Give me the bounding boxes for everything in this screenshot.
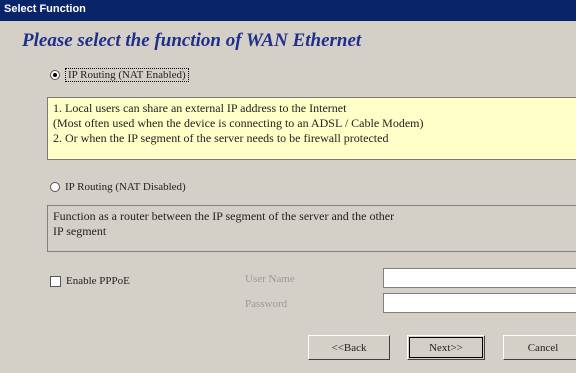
- password-label: Password: [245, 298, 288, 310]
- pppoe-checkbox-label[interactable]: Enable PPPoE: [66, 275, 130, 287]
- cancel-button[interactable]: Cancel: [503, 335, 576, 360]
- radio-button-selected[interactable]: [50, 70, 60, 80]
- window-title: Select Function: [4, 3, 86, 15]
- radio-nat-enabled[interactable]: IP Routing (NAT Enabled): [50, 66, 189, 84]
- radio-label-nat-disabled[interactable]: IP Routing (NAT Disabled): [65, 181, 186, 193]
- password-input[interactable]: [383, 293, 576, 313]
- description-line: (Most often used when the device is conn…: [53, 116, 424, 130]
- radio-button-unselected[interactable]: [50, 182, 60, 192]
- radio-nat-disabled[interactable]: IP Routing (NAT Disabled): [50, 178, 186, 196]
- next-button[interactable]: Next>>: [407, 335, 485, 360]
- nat-enabled-description: 1. Local users can share an external IP …: [47, 97, 576, 160]
- page-heading: Please select the function of WAN Ethern…: [22, 30, 362, 51]
- back-button[interactable]: <<Back: [308, 335, 390, 360]
- pppoe-checkbox-row[interactable]: Enable PPPoE: [50, 275, 130, 287]
- description-line: 1. Local users can share an external IP …: [53, 101, 347, 115]
- description-line: Function as a router between the IP segm…: [53, 209, 395, 223]
- title-bar: Select Function: [0, 0, 576, 21]
- description-line: IP segment: [53, 224, 107, 238]
- description-line: 2. Or when the IP segment of the server …: [53, 131, 389, 145]
- radio-label-nat-enabled[interactable]: IP Routing (NAT Enabled): [65, 68, 189, 82]
- nat-disabled-description: Function as a router between the IP segm…: [47, 205, 576, 252]
- pppoe-checkbox[interactable]: [50, 275, 61, 287]
- user-name-input[interactable]: [383, 268, 576, 288]
- user-name-label: User Name: [245, 273, 295, 285]
